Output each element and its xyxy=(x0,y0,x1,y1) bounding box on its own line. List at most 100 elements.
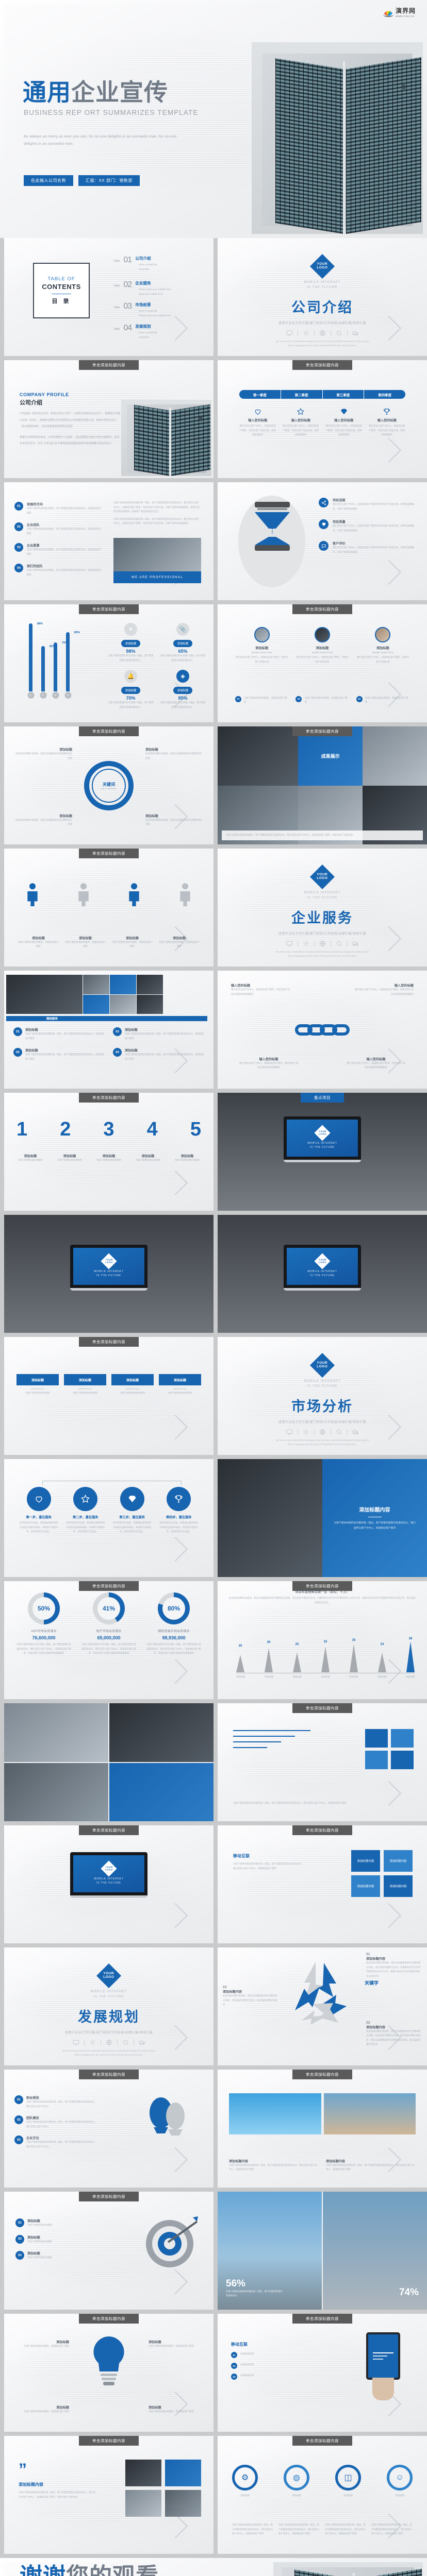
slide-gallery: 围绕服务 01 添加标题 为客户提供优质的技术服务第一理念，客户的需求是我们前进的动… xyxy=(4,971,213,1089)
cone-label: 添加标题 xyxy=(349,1675,358,1679)
member-role: ENTER YOUR TITLE xyxy=(251,651,272,654)
toc-entry-1[interactable]: Table 01 公司介绍 Enter a small title Small … xyxy=(113,256,157,272)
section-slug: 适用于企业工作汇报/部门培训/工作总结/业绩汇报/项目汇报 xyxy=(278,932,367,936)
item-title: 输入您的标题 xyxy=(231,984,251,988)
toc-title: 公司介绍 xyxy=(135,256,151,261)
tile[interactable]: 添加标题内容 xyxy=(351,1850,380,1872)
toc-entry-2[interactable]: Table 02 企业服务 Please input your subtitle… xyxy=(113,280,171,296)
card-value: 65% xyxy=(178,649,188,654)
slide-header-chip: 单击添加标题内容 xyxy=(79,1581,139,1591)
item-title: 添加标题 xyxy=(59,748,72,752)
slide-chain: 输入您的标题 我们坚持以客户为中心，快速响应客户需求，持续为客户创造价值提供高质量… xyxy=(218,971,427,1089)
member-desc: 我们坚持以客户为中心，快速响应客户需求，持续为客户创造价值 xyxy=(296,656,349,663)
gallery-photo xyxy=(137,975,163,994)
toc-title: 企业服务 xyxy=(135,281,151,285)
circle-node: ⚙ 添加标题 xyxy=(232,2465,258,2498)
slide-donut-charts: 单击添加标题内容 50% APP市场业务增长 76,600,000 为客户服务是… xyxy=(4,1581,213,1699)
item-title: 添加标题 xyxy=(25,1028,38,1032)
slide-laptop-blue: 单击添加标题内容 YOUR LOGO MOBILE INTERNET IS THE … xyxy=(4,1825,213,1943)
slide-laptop-left: YOUR LOGO MOBILE INTERNET IS THE FUTURE xyxy=(4,1215,213,1333)
quarter-tab[interactable]: 第一季度 xyxy=(239,390,281,399)
item-number: 03 xyxy=(14,543,23,552)
gear-icon xyxy=(303,941,309,947)
bar: 70% 3 xyxy=(52,641,68,699)
laptop-mockup: YOUR LOGO MOBILE INTERNET IS THE FUTURE xyxy=(70,1852,147,1898)
toc-title: 市场前景 xyxy=(135,302,151,307)
item-title: 添加标题内容 xyxy=(366,1957,386,1961)
cone-chart: 20 30 25 32 35 24 38 添加标题 添加标题 添加标题 添加标题… xyxy=(236,1637,415,1680)
item-title: 添加标题 xyxy=(149,2406,161,2410)
tile[interactable]: 添加标题内容 xyxy=(351,1875,380,1897)
fourbox-item: 添加标题 ENTER TITLE 为客户提供优质技术服务 xyxy=(111,1374,154,1396)
mobile-line-1: MOBILE INTERNET xyxy=(304,280,341,284)
gear-center-cn: 关键词 xyxy=(103,782,115,787)
node-desc: 为客户提供优质的技术服务第一理念，客户的需求是我们前进的动力，我们坚持以客户为中… xyxy=(325,2523,366,2535)
step-item: 第四步，重在服务 您的内容打在这里，或者通过复制您的文本后在此框中粘贴，并选择只… xyxy=(156,1487,203,1534)
step-desc: 您的内容打在这里，或者通过复制您的文本后在此框中粘贴，并选择只保留文字。您的内容… xyxy=(66,1521,105,1533)
item-title: 添加标题 xyxy=(180,1155,194,1158)
slide-square-tiles: 单击添加标题内容 移动互联 为客户提供优质的技术服务第一理念，客户的需求是我们前… xyxy=(218,1825,427,1943)
cone-value: 32 xyxy=(323,1640,327,1644)
cover-title-blue: 通用 xyxy=(23,79,71,106)
section-footer-1: We have many PowerPoint templates that h… xyxy=(275,340,369,343)
quote-photo xyxy=(125,2490,161,2517)
chart-icon: ◫ xyxy=(335,2465,361,2490)
target-item: 02 添加标题 为客户提供优质技术服务 xyxy=(15,2234,93,2244)
item-desc: 为客户提供优质的技术服务第一理念，客户的需求是我们前进的动力，我们坚持以客户为中… xyxy=(326,2163,415,2171)
item-number: 03 xyxy=(14,2136,23,2145)
people-item: 添加标题 为客户提供优质技术服务，快速响应客户需求 xyxy=(18,936,59,949)
cone-value: 30 xyxy=(267,1641,271,1645)
donut-chart: 80% xyxy=(158,1592,190,1624)
item-desc: 为客户提供优质技术服务 xyxy=(57,1159,83,1161)
search-icon xyxy=(336,1429,341,1435)
star-icon xyxy=(297,408,305,415)
item-title: 添加标题 xyxy=(24,1155,37,1158)
card-button[interactable]: 添加标题 xyxy=(121,687,141,694)
layers-icon: ◈ xyxy=(176,670,189,683)
quarter-tab[interactable]: 第四季度 xyxy=(364,390,405,399)
node-desc: 为客户提供优质的技术服务第一理念，客户的需求是我们前进的动力，我们坚持以客户为中… xyxy=(232,2523,273,2535)
item-title: 团队建设 xyxy=(26,2116,39,2121)
quote-mark-icon: ” xyxy=(19,2460,27,2479)
card-button[interactable]: 添加标题 xyxy=(173,640,193,647)
photo-left xyxy=(218,1459,322,1577)
quarter-tab[interactable]: 第二季度 xyxy=(281,390,323,399)
toc-number: 03 xyxy=(123,302,132,311)
item-number: 02 xyxy=(15,2234,24,2244)
node-desc: 为客户提供优质的技术服务第一理念，客户的需求是我们前进的动力，我们坚持以客户为中… xyxy=(371,2523,413,2535)
person-icon xyxy=(27,883,38,906)
profile-title: 公司介绍 xyxy=(20,400,42,406)
quarter-tab[interactable]: 第三季度 xyxy=(322,390,365,399)
your-logo-diamond: YOUR LOGO xyxy=(309,253,335,279)
report-info-button[interactable]: 汇报：XX 部门：销售部 xyxy=(78,175,140,186)
toc-entry-3[interactable]: Table 03 市场前景 Enter a small title Please… xyxy=(113,302,171,318)
person-icon xyxy=(180,883,190,906)
logo-url: WWW.YANJ.CN xyxy=(395,15,415,18)
photo-right-panel: 添加标题内容 为客户提供优质的技术服务第一理念，客户的需求是我们前进的动力，我们… xyxy=(322,1459,427,1577)
slide-steps: 第一步，重在服务 您的内容打在这里，或者通过复制您的文本后在此框中粘贴，并选择只… xyxy=(4,1459,213,1577)
toc-sub: Enter a small title xyxy=(135,331,157,335)
toc-entry-4[interactable]: Table 04 发展规划 Enter a small title Small … xyxy=(113,324,157,340)
globe-icon xyxy=(106,2040,112,2045)
truck-icon xyxy=(139,2041,145,2045)
gear-item: 添加标题 此处添加详细文本描述，建议与标题相关并符合整体语言风格 xyxy=(145,747,202,760)
box-title: 添加标题 xyxy=(17,1374,59,1385)
tile[interactable]: 添加标题内容 xyxy=(384,1850,413,1872)
team-card: 添加标题 ENTER YOUR TITLE 我们坚持以客户为中心，快速响应客户需… xyxy=(356,627,409,664)
lightbulb-graphic xyxy=(87,2333,131,2395)
item-title: 输入您的标题 xyxy=(259,1057,278,1061)
tile[interactable]: 添加标题内容 xyxy=(384,1875,413,1897)
gallery-item: 03 添加标题 为客户提供优质的技术服务第一理念，客户的需求是我们前进的动力，快速响… xyxy=(113,1027,204,1041)
step-item: 第一步，重在服务 您的内容打在这里，或者通过复制您的文本后在此框中粘贴，并选择只… xyxy=(15,1487,62,1534)
toc-number: 04 xyxy=(123,324,132,332)
slide-header-chip: 单击添加标题内容 xyxy=(292,2070,352,2079)
number-item: 添加标题 为客户提供优质技术服务 xyxy=(12,1154,48,1163)
sand-drops: • • • • xyxy=(271,526,273,535)
item-desc: 此处添加详细文本描述，建议与标题相关并符合整体语言风格，语言描述尽量简洁生动。此… xyxy=(223,1994,277,2006)
company-name-button[interactable]: 在此输入公司名称 xyxy=(24,175,73,186)
handshake-paragraph-1: 为客户提供优质的技术服务第一理念，客户的需求是我们前进的动力，我们坚持以客户为中… xyxy=(113,501,200,513)
slide-four-box: 单击添加标题内容 添加标题 ENTER TITLE 为客户提供优质技术服务 添加… xyxy=(4,1337,213,1455)
tablet-item: 02 添加标题内容 xyxy=(231,2363,318,2369)
card-button[interactable]: 添加标题 xyxy=(173,687,193,694)
card-button[interactable]: 添加标题 xyxy=(121,640,141,647)
